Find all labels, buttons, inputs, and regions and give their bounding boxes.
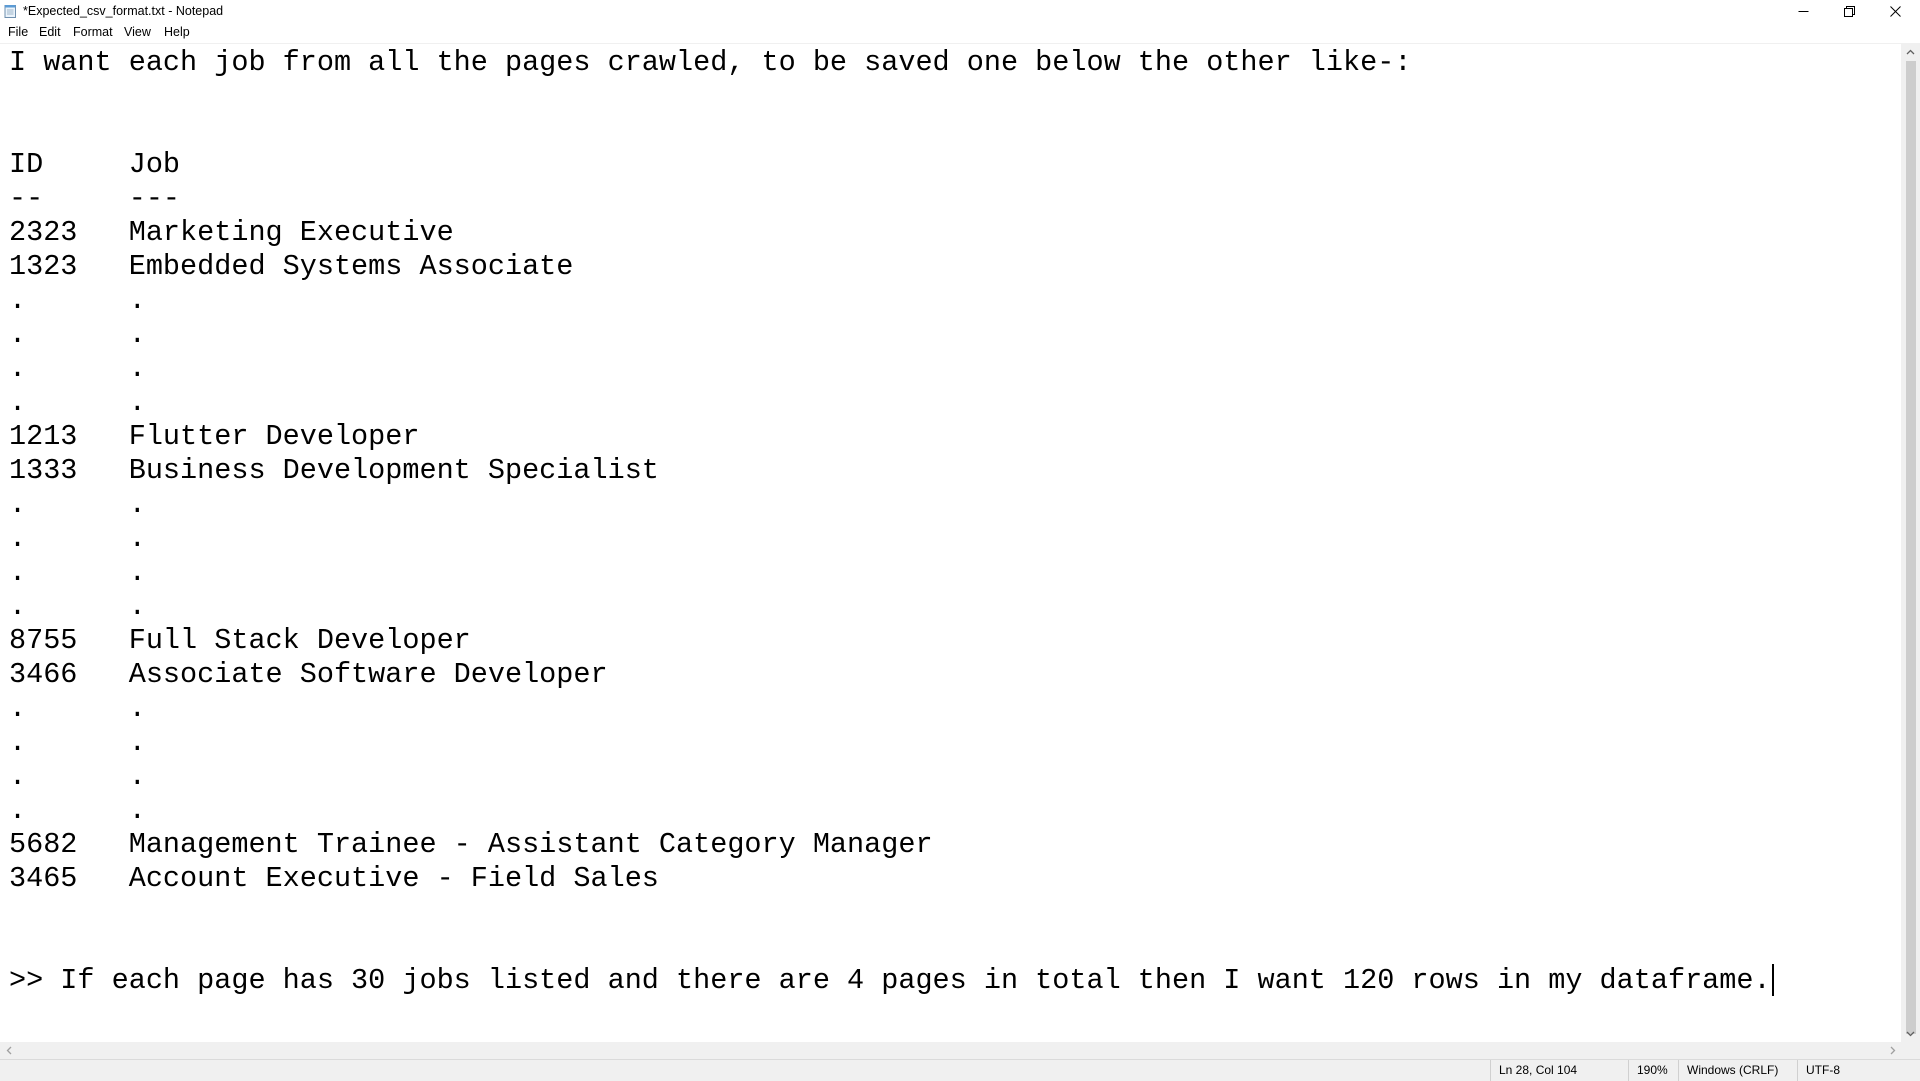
- restore-button[interactable]: [1826, 0, 1872, 23]
- minimize-button[interactable]: [1780, 0, 1826, 23]
- status-line-ending: Windows (CRLF): [1678, 1060, 1797, 1081]
- editor-line: 8755 Full Stack Developer: [9, 624, 471, 657]
- editor-line: . .: [9, 284, 146, 317]
- window-title: *Expected_csv_format.txt - Notepad: [23, 4, 224, 18]
- editor-line: . .: [9, 488, 146, 521]
- notepad-icon: [4, 4, 17, 18]
- editor-line: 1213 Flutter Developer: [9, 420, 420, 453]
- scroll-right-arrow-icon[interactable]: [1884, 1042, 1901, 1059]
- close-icon: [1889, 6, 1901, 17]
- editor-line: . .: [9, 794, 146, 827]
- editor-line: . .: [9, 556, 146, 589]
- text-caret: [1771, 964, 1774, 997]
- editor-line: . .: [9, 692, 146, 725]
- minimize-icon: [1798, 11, 1808, 12]
- editor-line: >> If each page has 30 jobs listed and t…: [9, 964, 1774, 998]
- editor-line: . .: [9, 386, 146, 419]
- status-encoding: UTF-8: [1797, 1060, 1916, 1081]
- editor-line: . .: [9, 726, 146, 759]
- editor-line: -- ---: [9, 182, 181, 215]
- scroll-up-arrow-icon[interactable]: [1901, 43, 1920, 60]
- menu-help[interactable]: Help: [164, 25, 190, 39]
- restore-icon: [1843, 6, 1855, 17]
- editor-line: 3466 Associate Software Developer: [9, 658, 608, 691]
- close-button[interactable]: [1872, 0, 1918, 23]
- editor-line: . .: [9, 760, 146, 793]
- text-editor[interactable]: I want each job from all the pages crawl…: [0, 43, 1901, 1043]
- vertical-scrollbar[interactable]: [1901, 43, 1920, 1042]
- vertical-scroll-thumb[interactable]: [1906, 61, 1916, 1034]
- horizontal-scrollbar[interactable]: [0, 1042, 1901, 1059]
- menu-view[interactable]: View: [124, 25, 151, 39]
- status-zoom: 190%: [1628, 1060, 1677, 1081]
- editor-line: I want each job from all the pages crawl…: [9, 46, 1412, 79]
- editor-line: 2323 Marketing Executive: [9, 216, 454, 249]
- editor-line: 1333 Business Development Specialist: [9, 454, 659, 487]
- editor-line: . .: [9, 352, 146, 385]
- title-bar[interactable]: *Expected_csv_format.txt - Notepad: [0, 0, 1920, 23]
- editor-line: . .: [9, 522, 146, 555]
- editor-line: ID Job: [9, 148, 181, 181]
- status-cursor-position: Ln 28, Col 104: [1490, 1060, 1619, 1081]
- scroll-left-arrow-icon[interactable]: [0, 1042, 17, 1059]
- menu-format[interactable]: Format: [73, 25, 113, 39]
- editor-line: 5682 Management Trainee - Assistant Cate…: [9, 828, 933, 861]
- editor-line: 3465 Account Executive - Field Sales: [9, 862, 659, 895]
- editor-line: . .: [9, 318, 146, 351]
- editor-line: 1323 Embedded Systems Associate: [9, 250, 574, 283]
- editor-line: . .: [9, 590, 146, 623]
- menu-file[interactable]: File: [8, 25, 28, 39]
- menu-bar: File Edit Format View Help: [0, 23, 1920, 42]
- status-bar: Ln 28, Col 104 190% Windows (CRLF) UTF-8: [0, 1059, 1920, 1081]
- menu-edit[interactable]: Edit: [39, 25, 61, 39]
- scrollbar-corner: [1901, 1042, 1920, 1059]
- scroll-down-arrow-icon[interactable]: [1901, 1025, 1920, 1042]
